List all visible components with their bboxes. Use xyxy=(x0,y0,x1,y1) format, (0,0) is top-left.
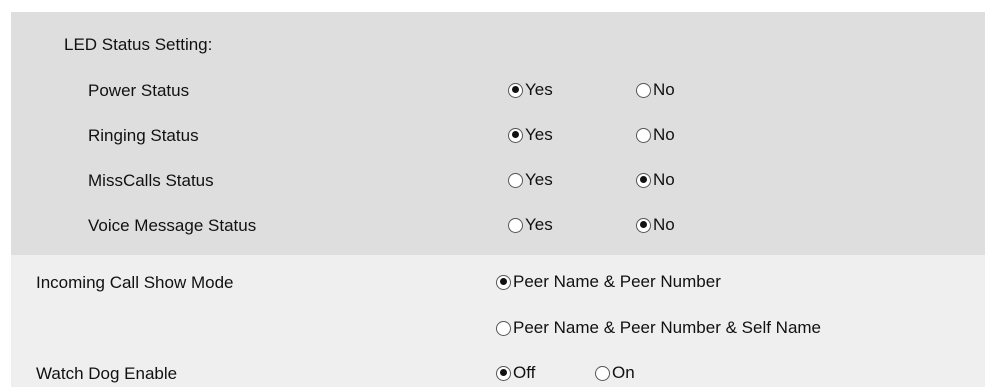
radio-unchecked-icon xyxy=(508,172,523,188)
watch-dog-off-label: Off xyxy=(513,363,536,382)
ringing-status-no-radio[interactable]: No xyxy=(636,125,675,145)
show-mode-option-label: Peer Name & Peer Number xyxy=(513,272,721,291)
settings-frame: LED Status Setting: Power Status Yes No … xyxy=(11,12,985,387)
ringing-status-label: Ringing Status xyxy=(88,126,199,145)
misscalls-status-no-label: No xyxy=(653,170,675,189)
ringing-status-yes-radio[interactable]: Yes xyxy=(508,125,553,145)
power-status-yes-label: Yes xyxy=(525,80,553,99)
voice-message-status-yes-label: Yes xyxy=(525,215,553,234)
power-status-no-radio[interactable]: No xyxy=(636,80,675,100)
led-status-title: LED Status Setting: xyxy=(64,35,213,54)
show-mode-option-label: Peer Name & Peer Number & Self Name xyxy=(513,318,822,337)
power-status-no-label: No xyxy=(653,80,675,99)
watch-dog-enable-label: Watch Dog Enable xyxy=(36,364,178,383)
radio-unchecked-icon xyxy=(595,365,610,381)
power-status-yes-radio[interactable]: Yes xyxy=(508,80,553,100)
radio-checked-icon xyxy=(496,365,511,381)
voice-message-status-no-label: No xyxy=(653,215,675,234)
led-status-panel: LED Status Setting: Power Status Yes No … xyxy=(11,12,985,255)
voice-message-status-yes-radio[interactable]: Yes xyxy=(508,215,553,235)
radio-checked-icon xyxy=(496,274,511,290)
misscalls-status-no-radio[interactable]: No xyxy=(636,170,675,190)
voice-message-status-no-radio[interactable]: No xyxy=(636,215,675,235)
radio-checked-icon xyxy=(508,127,523,143)
watch-dog-on-label: On xyxy=(612,363,635,382)
misscalls-status-yes-radio[interactable]: Yes xyxy=(508,170,553,190)
radio-unchecked-icon xyxy=(636,82,651,98)
misscalls-status-yes-label: Yes xyxy=(525,170,553,189)
radio-unchecked-icon xyxy=(636,127,651,143)
ringing-status-yes-label: Yes xyxy=(525,125,553,144)
radio-checked-icon xyxy=(508,82,523,98)
radio-checked-icon xyxy=(636,172,651,188)
general-settings-panel: Incoming Call Show Mode Peer Name & Peer… xyxy=(11,255,985,387)
radio-checked-icon xyxy=(636,217,651,233)
show-mode-peer-name-number-radio[interactable]: Peer Name & Peer Number xyxy=(496,272,721,292)
misscalls-status-label: MissCalls Status xyxy=(88,171,214,190)
radio-unchecked-icon xyxy=(496,320,511,336)
watch-dog-off-radio[interactable]: Off xyxy=(496,363,535,383)
ringing-status-no-label: No xyxy=(653,125,675,144)
power-status-label: Power Status xyxy=(88,81,190,100)
watch-dog-on-radio[interactable]: On xyxy=(595,363,635,383)
voice-message-status-label: Voice Message Status xyxy=(88,216,257,235)
show-mode-peer-name-number-self-name-radio[interactable]: Peer Name & Peer Number & Self Name xyxy=(496,318,821,338)
radio-unchecked-icon xyxy=(508,217,523,233)
incoming-call-show-mode-label: Incoming Call Show Mode xyxy=(36,273,234,292)
